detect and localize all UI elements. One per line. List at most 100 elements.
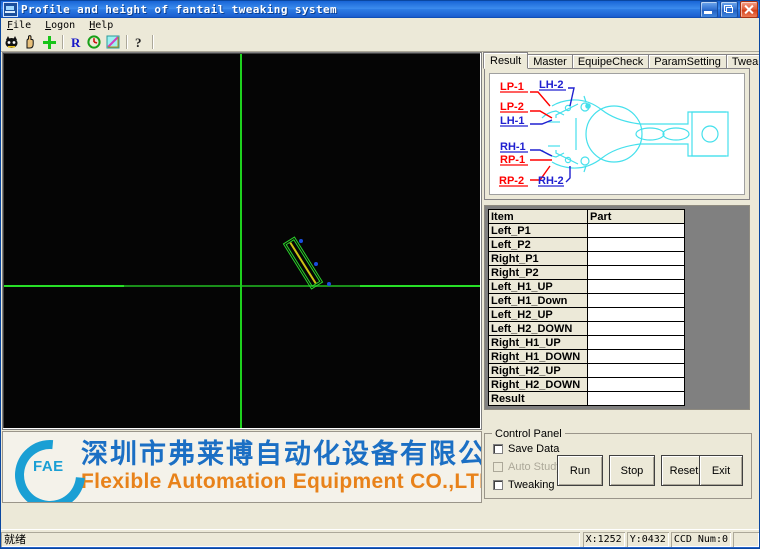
app-window-icon: [3, 1, 18, 17]
right-panel: Result Master EquipeCheck ParamSetting T…: [483, 52, 760, 502]
camera-view[interactable]: [2, 52, 482, 430]
table-row[interactable]: Right_P1: [488, 251, 685, 266]
clock-icon[interactable]: [85, 34, 103, 50]
menu-help[interactable]: Help: [82, 19, 120, 33]
row-value[interactable]: [587, 223, 685, 238]
diagram-label-lh2: LH-2: [539, 79, 563, 91]
table-row[interactable]: Right_H2_DOWN: [488, 377, 685, 392]
row-label: Right_P1: [488, 251, 588, 266]
crosshair-horizontal-left-segment: [4, 285, 124, 287]
diagram-label-rh1: RH-1: [500, 141, 526, 153]
diagram-label-rh2: RH-2: [538, 175, 564, 187]
svg-text:R: R: [71, 35, 81, 49]
letter-r-icon[interactable]: R: [66, 34, 84, 50]
table-row[interactable]: Right_H1_UP: [488, 335, 685, 350]
diagram-label-lh1: LH-1: [500, 115, 524, 127]
row-label: Right_H1_DOWN: [488, 349, 588, 364]
minimize-button[interactable]: [700, 1, 718, 18]
tab-paramsetting[interactable]: ParamSetting: [648, 54, 727, 69]
row-label: Right_H2_DOWN: [488, 377, 588, 392]
checkbox-tweaking[interactable]: Tweaking: [493, 479, 554, 491]
menu-file[interactable]: File: [0, 19, 38, 33]
row-value[interactable]: [587, 251, 685, 266]
row-value[interactable]: [587, 293, 685, 308]
row-value[interactable]: [587, 349, 685, 364]
row-label: Left_P2: [488, 237, 588, 252]
row-value[interactable]: [587, 321, 685, 336]
diagram-label-lp1: LP-1: [500, 81, 524, 93]
table-row[interactable]: Left_H1_Down: [488, 293, 685, 308]
results-grid-container[interactable]: Item Part Left_P1 Left_P2 Right_P1 Right…: [484, 205, 750, 410]
row-value[interactable]: [587, 307, 685, 322]
stop-button[interactable]: Stop: [609, 455, 655, 486]
tab-equipecheck[interactable]: EquipeCheck: [571, 54, 650, 69]
company-name-cn: 深圳市弗莱博自动化设备有限公司: [81, 439, 482, 471]
logo-fae-text: FAE: [33, 458, 64, 475]
checkbox-box-icon[interactable]: [493, 444, 503, 454]
table-row[interactable]: Right_H2_UP: [488, 363, 685, 378]
table-row[interactable]: Left_P2: [488, 237, 685, 252]
restore-button[interactable]: [720, 1, 738, 18]
column-header-part: Part: [587, 209, 685, 224]
window-controls: [700, 1, 758, 18]
status-ccd-number: CCD Num:0: [671, 532, 731, 547]
tab-result[interactable]: Result: [483, 52, 529, 69]
svg-text:?: ?: [135, 35, 142, 49]
measure-point-bottom: [327, 282, 331, 286]
camera-grab-icon[interactable]: [2, 34, 20, 50]
run-button[interactable]: Run: [557, 455, 603, 486]
menu-logon[interactable]: Logon: [38, 19, 82, 33]
exit-button[interactable]: Exit: [699, 455, 743, 486]
status-message: 就绪: [1, 532, 580, 547]
menu-file-label: ile: [13, 19, 32, 31]
status-coordinate-x: X:1252: [583, 532, 625, 547]
diagram-label-lp2: LP-2: [500, 101, 524, 113]
crosshair-horizontal-right-segment: [360, 285, 480, 287]
row-value[interactable]: [587, 377, 685, 392]
tab-bar: Result Master EquipeCheck ParamSetting T…: [483, 52, 760, 69]
table-row[interactable]: Result: [488, 391, 685, 406]
row-value[interactable]: [587, 265, 685, 280]
row-value[interactable]: [587, 391, 685, 406]
application-window: Profile and height of fantail tweaking s…: [0, 0, 760, 549]
measure-ruler-icon[interactable]: [104, 34, 122, 50]
row-label: Right_P2: [488, 265, 588, 280]
menu-logon-label: ogon: [51, 19, 76, 31]
tool-bar: R ?: [0, 33, 760, 52]
table-row[interactable]: Left_H2_DOWN: [488, 321, 685, 336]
row-value[interactable]: [587, 237, 685, 252]
diagram-label-rp2: RP-2: [499, 175, 524, 187]
tab-tweaksetting[interactable]: TweakSetting: [725, 54, 760, 69]
control-panel-title: Control Panel: [492, 428, 565, 440]
row-value[interactable]: [587, 279, 685, 294]
table-row[interactable]: Right_P2: [488, 265, 685, 280]
status-coordinate-y: Y:0432: [627, 532, 669, 547]
diagram-label-rp1: RP-1: [500, 154, 525, 166]
column-header-item: Item: [488, 209, 588, 224]
crosshair-add-icon[interactable]: [40, 34, 58, 50]
status-bar: 就绪 X:1252 Y:0432 CCD Num:0: [0, 529, 760, 548]
measure-point-top: [299, 239, 303, 243]
cfae-logo-mark: FAE: [3, 432, 100, 502]
table-row[interactable]: Left_P1: [488, 223, 685, 238]
table-row[interactable]: Left_H1_UP: [488, 279, 685, 294]
tab-master[interactable]: Master: [527, 54, 573, 69]
table-row[interactable]: Right_H1_DOWN: [488, 349, 685, 364]
row-label: Left_H1_Down: [488, 293, 588, 308]
checkbox-save-data[interactable]: Save Data: [493, 443, 559, 455]
help-question-icon[interactable]: ?: [130, 34, 148, 50]
window-title: Profile and height of fantail tweaking s…: [21, 2, 338, 16]
row-value[interactable]: [587, 363, 685, 378]
row-label: Right_H2_UP: [488, 363, 588, 378]
checkbox-auto-study: Auto Study: [493, 461, 562, 473]
close-button[interactable]: [740, 1, 758, 18]
table-header-row: Item Part: [488, 209, 685, 224]
table-row[interactable]: Left_H2_UP: [488, 307, 685, 322]
hand-pan-icon[interactable]: [21, 34, 39, 50]
results-grid: Item Part Left_P1 Left_P2 Right_P1 Right…: [488, 209, 685, 406]
control-panel: Control Panel Save Data Auto Study Tweak…: [484, 428, 752, 499]
row-value[interactable]: [587, 335, 685, 350]
company-name-block: 深圳市弗莱博自动化设备有限公司 Flexible Automation Equi…: [81, 439, 482, 492]
checkbox-box-icon[interactable]: [493, 480, 503, 490]
company-logo-banner: FAE 深圳市弗莱博自动化设备有限公司 Flexible Automation …: [2, 431, 482, 503]
